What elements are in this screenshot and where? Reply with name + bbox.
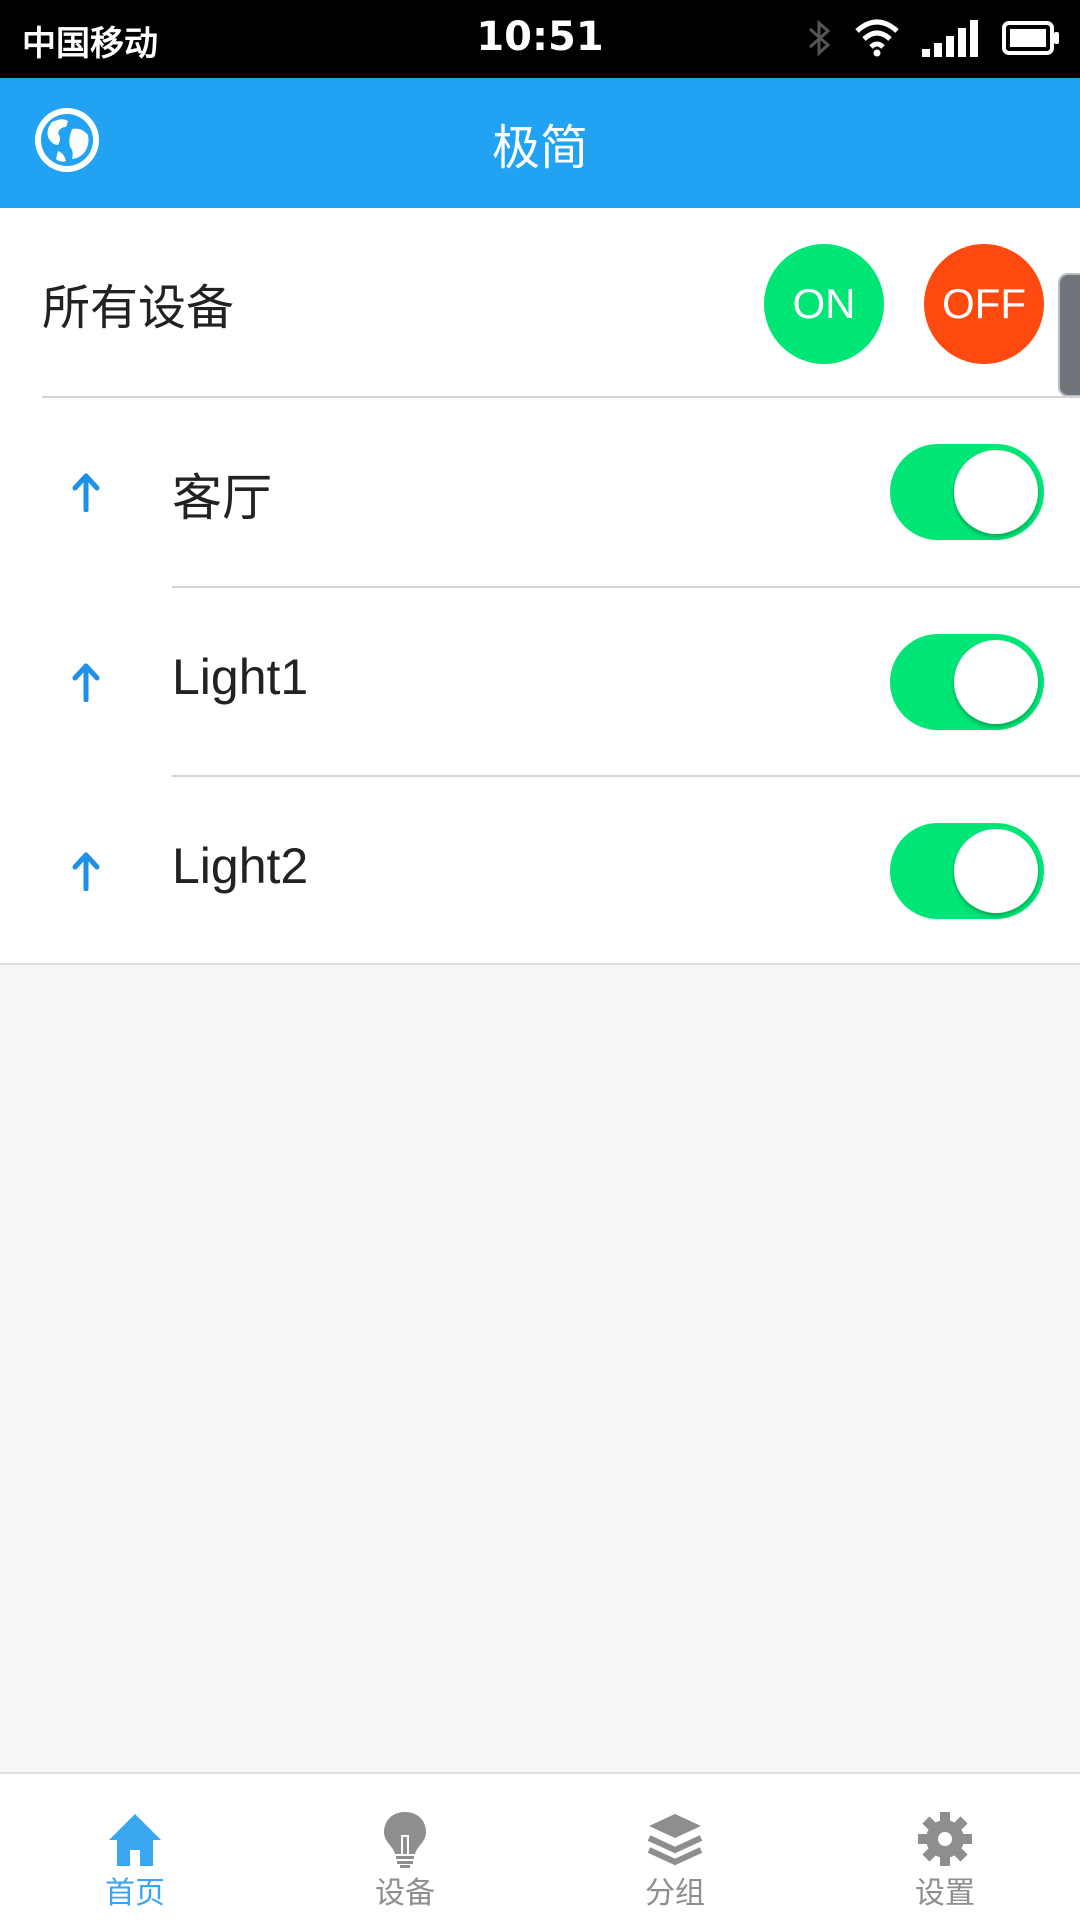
toggle-knob: [954, 450, 1038, 534]
bulb-icon: [384, 1812, 426, 1868]
home-icon: [109, 1814, 161, 1866]
all-devices-label: 所有设备: [42, 280, 235, 336]
tab-label: 首页: [105, 1876, 165, 1911]
tab-settings[interactable]: 设置: [810, 1774, 1080, 1922]
all-devices-row: 所有设备 ON OFF: [0, 208, 1080, 398]
device-list: 所有设备 ON OFF 客厅 Light1 Light2: [0, 208, 1080, 965]
tab-devices[interactable]: 设备: [270, 1774, 540, 1922]
all-on-button[interactable]: ON: [764, 244, 884, 364]
layers-icon: [647, 1814, 703, 1866]
bottom-tab-bar: 首页 设备 分组 设置: [0, 1772, 1080, 1922]
device-toggle[interactable]: [890, 823, 1044, 919]
tab-label: 设备: [375, 1876, 435, 1911]
arrow-up-icon[interactable]: [70, 472, 102, 512]
device-row: Light1: [0, 588, 1080, 776]
wifi-icon: [855, 19, 899, 57]
tab-groups[interactable]: 分组: [540, 1774, 810, 1922]
device-name: Light2: [172, 838, 309, 894]
status-icons: [806, 16, 1060, 60]
gear-icon: [918, 1812, 972, 1866]
all-off-button[interactable]: OFF: [924, 244, 1044, 364]
status-bar: 中国移动 10:51: [0, 0, 1080, 78]
battery-icon: [1002, 21, 1059, 55]
tab-label: 设置: [915, 1876, 975, 1911]
bluetooth-icon: [809, 19, 831, 57]
toggle-knob: [954, 829, 1038, 913]
device-name: Light1: [172, 649, 309, 705]
device-toggle[interactable]: [890, 634, 1044, 730]
device-row: 客厅: [0, 398, 1080, 586]
device-row: Light2: [0, 777, 1080, 965]
arrow-up-icon[interactable]: [70, 662, 102, 702]
page-title: 极简: [491, 120, 588, 176]
signal-icon: [922, 20, 978, 57]
tab-home[interactable]: 首页: [0, 1774, 270, 1922]
device-name: 客厅: [172, 470, 272, 526]
side-drawer-handle[interactable]: [1058, 273, 1080, 397]
device-toggle[interactable]: [890, 444, 1044, 540]
arrow-up-icon[interactable]: [70, 851, 102, 891]
tab-label: 分组: [645, 1876, 705, 1911]
app-header: 极简: [0, 78, 1080, 208]
toggle-knob: [954, 640, 1038, 724]
